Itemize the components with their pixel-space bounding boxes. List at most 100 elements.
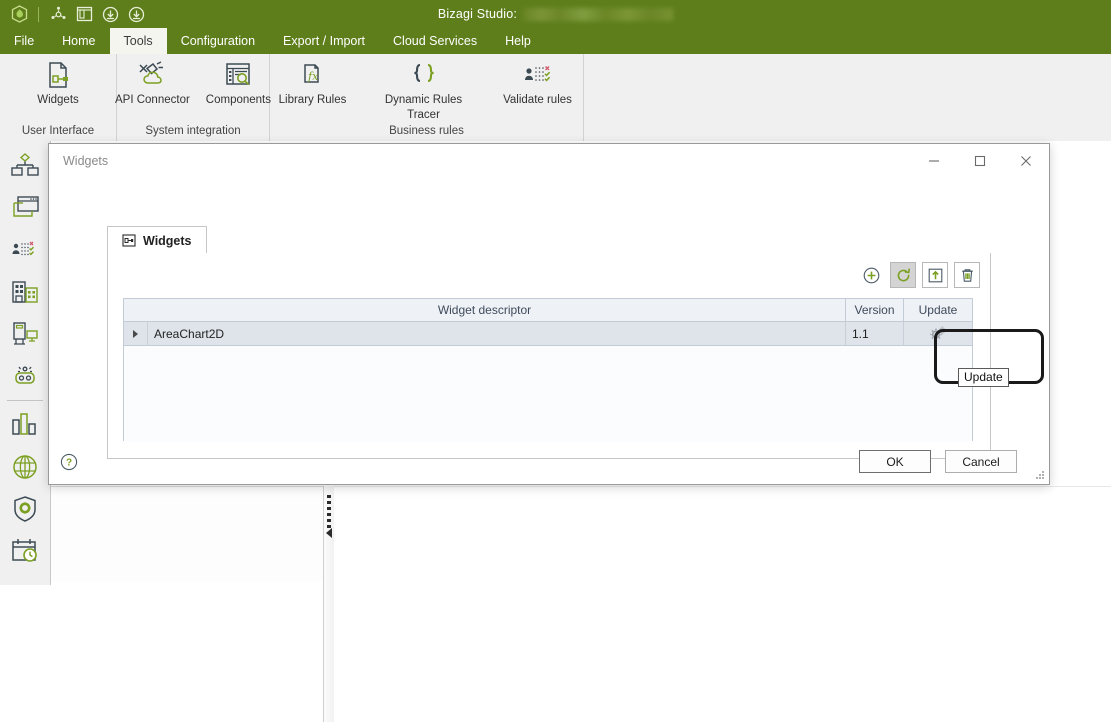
ribbon-label-widgets: Widgets [37, 94, 79, 106]
widgets-grid: Widget descriptor Version Update AreaCha… [123, 298, 973, 442]
widgets-dialog: Widgets Widgets Widget descriptor Versio… [48, 143, 1050, 485]
table-row[interactable]: AreaChart2D 1.1 [124, 322, 972, 346]
ribbon-label-validate-rules: Validate rules [503, 94, 572, 106]
app-title: Bizagi Studio: [0, 6, 1111, 22]
download-icon[interactable] [97, 2, 123, 26]
svg-text:?: ? [66, 458, 72, 469]
sidebar-item-business-rules[interactable] [3, 229, 47, 271]
svg-text:fx: fx [307, 70, 319, 83]
dialog-tabstrip: Widgets [107, 226, 991, 254]
api-connector-icon [135, 58, 169, 92]
close-button[interactable] [1003, 144, 1049, 178]
canvas-right-pane [334, 486, 1111, 723]
sidebar-item-scheduler[interactable] [3, 530, 47, 572]
row-expander[interactable] [124, 322, 148, 345]
download-alt-icon[interactable] [123, 2, 149, 26]
maximize-button[interactable] [957, 144, 1003, 178]
canvas-left-pane [51, 486, 323, 582]
ok-button[interactable]: OK [859, 450, 931, 473]
dialog-footer-buttons: OK Cancel [859, 450, 1017, 473]
chevron-right-icon [133, 329, 138, 338]
grid-column-widget-descriptor[interactable]: Widget descriptor [124, 299, 846, 321]
library-rules-icon: fx [297, 58, 329, 92]
sidebar-item-devices[interactable] [3, 313, 47, 355]
cell-version: 1.1 [846, 322, 904, 345]
menu-item-tools[interactable]: Tools [109, 28, 167, 54]
menu-item-help[interactable]: Help [491, 28, 545, 54]
rotate-icon[interactable] [45, 2, 71, 26]
ribbon-group-business-rules: fx Library Rules Dynamic Rules Tracer Va… [270, 54, 584, 141]
update-widget-button[interactable] [890, 262, 916, 288]
menu-item-home[interactable]: Home [48, 28, 109, 54]
ribbon-button-widgets[interactable]: Widgets [19, 54, 97, 107]
ribbon-button-api-connector[interactable]: API Connector [107, 54, 198, 107]
scheduler-icon [12, 539, 37, 562]
splitter-grip-icon [327, 495, 332, 531]
dialog-titlebar: Widgets [49, 144, 1049, 178]
menu-item-file[interactable]: File [0, 28, 48, 54]
minimize-button[interactable] [911, 144, 957, 178]
splitter-collapse-arrow-icon[interactable] [326, 528, 332, 538]
grid-header-row: Widget descriptor Version Update [124, 299, 972, 322]
ribbon-group-user-interface: Widgets User Interface [0, 54, 117, 141]
help-button[interactable]: ? [57, 450, 81, 474]
ribbon-label-dynamic-rules-tracer: Tracer [407, 108, 440, 121]
window-icon[interactable] [71, 2, 97, 26]
update-tooltip: Update [958, 368, 1009, 387]
sidebar-item-analytics[interactable] [3, 404, 47, 446]
refresh-icon [897, 268, 910, 281]
dynamic-rules-icon [405, 58, 443, 92]
ribbon-group-title-user-interface: User Interface [21, 125, 95, 137]
ribbon-button-validate-rules[interactable]: Validate rules [482, 54, 594, 107]
export-up-icon [928, 268, 942, 282]
web-icon [13, 455, 37, 479]
components-icon [222, 58, 254, 92]
ribbon-toolbar: Widgets User Interface API Connector Com… [0, 54, 1111, 142]
menu-item-export-import[interactable]: Export / Import [269, 28, 379, 54]
bizagi-logo-icon [6, 2, 32, 26]
sidebar-item-organization[interactable] [3, 271, 47, 313]
sidebar-item-bots[interactable] [3, 355, 47, 397]
security-icon [14, 496, 36, 522]
ribbon-group-title-system-integration: System integration [145, 125, 241, 137]
widget-page-icon [42, 58, 74, 92]
quick-access-separator [38, 6, 39, 22]
sidebar-item-web[interactable] [3, 446, 47, 488]
sidebar-item-process-model[interactable] [3, 145, 47, 187]
cell-widget-descriptor: AreaChart2D [148, 322, 846, 345]
cell-update[interactable] [904, 322, 972, 345]
app-titlebar: Bizagi Studio: [0, 0, 1111, 28]
export-widget-button[interactable] [922, 262, 948, 288]
dialog-window-buttons [911, 144, 1049, 178]
ribbon-button-library-rules[interactable]: fx Library Rules [260, 54, 366, 107]
dialog-title: Widgets [63, 154, 109, 168]
menu-item-cloud-services[interactable]: Cloud Services [379, 28, 491, 54]
plus-circle-icon [863, 267, 879, 283]
dialog-body: Widgets Widget descriptor Version Update… [49, 178, 1049, 484]
business-rules-icon [12, 241, 35, 256]
devices-icon [13, 322, 38, 345]
tab-widgets[interactable]: Widgets [107, 226, 207, 254]
trash-icon [961, 268, 973, 282]
menu-item-configuration[interactable]: Configuration [167, 28, 269, 54]
add-widget-button[interactable] [858, 262, 884, 288]
cancel-button[interactable]: Cancel [945, 450, 1017, 473]
widgets-toolbar [858, 262, 980, 288]
widget-tab-icon [122, 234, 136, 247]
sidebar-item-forms[interactable] [3, 187, 47, 229]
delete-widget-button[interactable] [954, 262, 980, 288]
grid-empty-area [124, 346, 972, 442]
process-model-icon [11, 153, 39, 176]
ribbon-group-system-integration: API Connector Components System integrat… [115, 54, 271, 141]
app-title-label: Bizagi Studio: [437, 6, 518, 21]
widgets-panel: Widget descriptor Version Update AreaCha… [107, 253, 1044, 459]
grid-column-update[interactable]: Update [904, 299, 972, 321]
sidebar-item-security[interactable] [3, 488, 47, 530]
ribbon-button-dynamic-rules-tracer[interactable]: Dynamic Rules Tracer [366, 54, 482, 122]
ribbon-empty-area [584, 54, 1111, 141]
gears-icon [929, 326, 946, 341]
dialog-resize-grip[interactable] [1036, 471, 1046, 481]
ribbon-label-library-rules: Library Rules [278, 94, 347, 106]
organization-icon [12, 281, 38, 303]
grid-column-version[interactable]: Version [846, 299, 904, 321]
